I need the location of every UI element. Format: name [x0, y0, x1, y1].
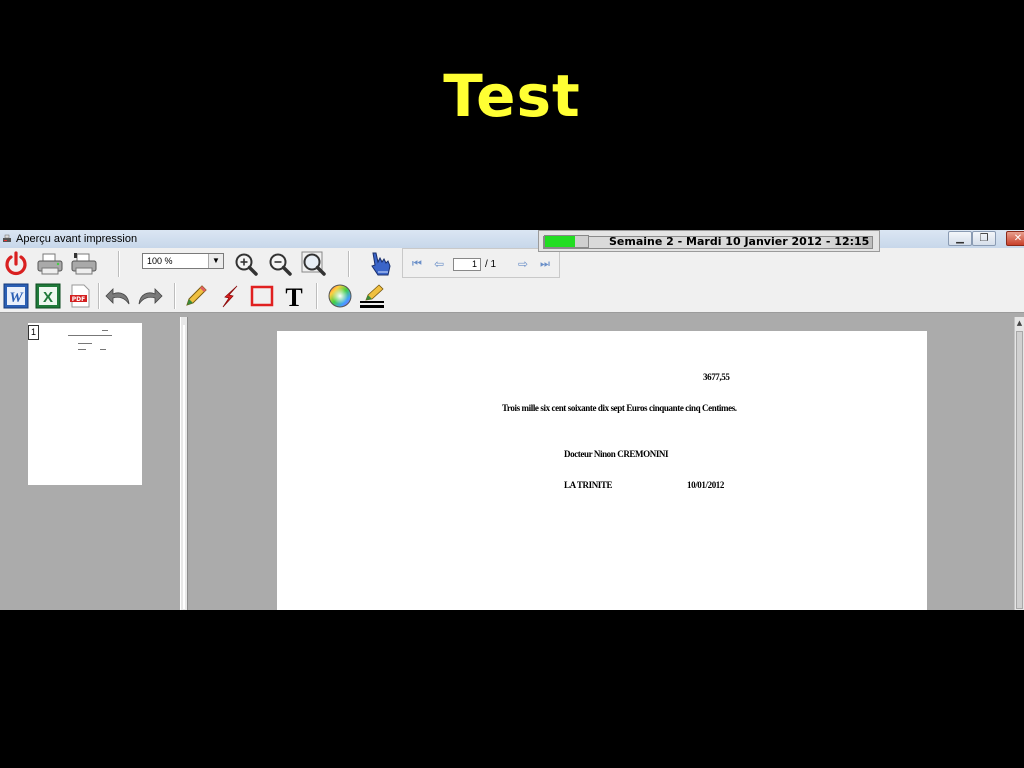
status-date-text: Semaine 2 - Mardi 10 Janvier 2012 - 12:1… — [609, 235, 870, 248]
redo-button[interactable] — [136, 282, 164, 310]
undo-button[interactable] — [104, 282, 132, 310]
chevron-down-icon: ▼ — [208, 254, 223, 268]
thumbnail-text-line — [68, 335, 112, 336]
thumbnail-page-number: 1 — [28, 325, 39, 340]
pan-tool-button[interactable] — [366, 250, 394, 278]
document-amount: 3677,55 — [703, 372, 730, 382]
pane-splitter[interactable] — [180, 317, 188, 610]
document-signatory: Docteur Ninon CREMONINI — [564, 449, 669, 459]
page-number-input[interactable]: 1 — [453, 258, 481, 271]
power-button[interactable] — [2, 250, 30, 278]
line-style-button[interactable] — [358, 282, 386, 310]
color-picker-button[interactable] — [326, 282, 354, 310]
print-preview-window: Aperçu avant impression ▁ ❐ ✕ Semaine 2 … — [0, 230, 1024, 610]
rectangle-icon — [250, 285, 274, 307]
first-page-button[interactable]: ⏮ — [407, 250, 427, 278]
document-place: LA TRINITE — [564, 480, 613, 490]
toolbar-separator — [316, 283, 318, 309]
document-preview[interactable]: 3677,55 Trois mille six cent soixante di… — [190, 317, 1014, 610]
last-page-button[interactable]: ⏭ — [535, 250, 555, 278]
toolbar-export-annotate: W X PDF T — [0, 280, 392, 312]
printer-app-icon — [3, 234, 11, 242]
thumbnail-pane: 1 — [0, 317, 180, 610]
vertical-scrollbar[interactable]: ▲ — [1014, 317, 1024, 610]
zoom-out-icon — [269, 253, 292, 276]
zoom-value: 100 % — [147, 256, 173, 266]
arrow-right-icon: ⇨ — [517, 257, 529, 271]
svg-text:PDF: PDF — [72, 296, 85, 303]
text-tool-button[interactable]: T — [280, 282, 308, 310]
toolbar-separator — [174, 283, 176, 309]
pencil-icon — [186, 285, 207, 306]
red-arrow-icon — [222, 285, 238, 308]
thumbnail-text-line — [102, 330, 108, 331]
slide-title: Test — [443, 62, 581, 130]
previous-page-button[interactable]: ⇦ — [429, 250, 449, 278]
printer-setup-icon — [71, 253, 97, 275]
power-icon — [5, 251, 27, 276]
export-excel-button[interactable]: X — [34, 282, 62, 310]
export-pdf-button[interactable]: PDF — [66, 282, 94, 310]
page-thumbnail[interactable]: 1 — [28, 323, 142, 485]
thumbnail-text-line — [100, 349, 106, 350]
page-navigation: ⏮ ⇦ 1 / 1 ⇨ ⏭ — [402, 248, 560, 278]
hand-pointer-icon — [371, 252, 391, 276]
zoom-fit-button[interactable] — [300, 250, 328, 278]
thumbnail-text-line — [78, 343, 92, 344]
status-progress-fill — [545, 236, 576, 247]
arrow-tool-button[interactable] — [216, 282, 244, 310]
zoom-out-button[interactable] — [266, 250, 294, 278]
printer-icon — [37, 253, 63, 275]
page-total: / 1 — [485, 259, 497, 270]
toolbar-main: 100 % ▼ ⏮ ⇦ 1 / 1 ⇨ ⏭ — [0, 248, 560, 280]
toolbar-separator — [348, 251, 350, 277]
minimize-icon: ▁ — [956, 233, 964, 244]
thumbnail-text-line — [78, 349, 86, 350]
color-wheel-icon — [328, 284, 352, 308]
svg-text:T: T — [285, 283, 302, 309]
preview-workspace: 1 3677,55 Trois mille six cent soixante … — [0, 312, 1024, 610]
export-word-button[interactable]: W — [2, 282, 30, 310]
pdf-icon: PDF — [70, 284, 90, 308]
arrow-left-icon: ⇦ — [433, 257, 445, 271]
last-page-icon: ⏭ — [540, 257, 550, 270]
zoom-select[interactable]: 100 % ▼ — [142, 253, 224, 269]
document-page: 3677,55 Trois mille six cent soixante di… — [277, 331, 927, 610]
minimize-button[interactable]: ▁ — [948, 231, 972, 246]
svg-text:W: W — [9, 290, 24, 306]
window-title: Aperçu avant impression — [16, 233, 138, 245]
close-icon: ✕ — [1013, 233, 1023, 244]
scrollbar-thumb[interactable] — [1016, 331, 1023, 609]
redo-icon — [138, 288, 163, 305]
close-window-button[interactable]: ✕ — [1006, 231, 1024, 246]
restore-button[interactable]: ❐ — [972, 231, 996, 246]
svg-text:X: X — [43, 289, 53, 306]
restore-icon: ❐ — [979, 233, 989, 244]
pencil-tool-button[interactable] — [182, 282, 210, 310]
zoom-in-icon — [235, 253, 258, 276]
status-progress-bar — [544, 235, 589, 248]
toolbar-separator — [98, 283, 100, 309]
scroll-up-icon[interactable]: ▲ — [1015, 317, 1024, 329]
print-button[interactable] — [36, 250, 64, 278]
text-icon: T — [285, 283, 302, 309]
word-icon: W — [3, 283, 29, 309]
zoom-in-button[interactable] — [232, 250, 260, 278]
status-panel: Semaine 2 - Mardi 10 Janvier 2012 - 12:1… — [538, 230, 880, 252]
next-page-button[interactable]: ⇨ — [513, 250, 533, 278]
zoom-fit-icon — [301, 251, 326, 276]
rectangle-tool-button[interactable] — [248, 282, 276, 310]
splitter-handle — [183, 325, 185, 609]
first-page-icon: ⏮ — [412, 257, 422, 270]
line-width-pencil-icon — [360, 284, 384, 308]
document-amount-words: Trois mille six cent soixante dix sept E… — [502, 403, 737, 413]
excel-icon: X — [35, 283, 61, 309]
undo-icon — [105, 288, 130, 305]
document-date: 10/01/2012 — [687, 480, 725, 490]
toolbar-separator — [118, 251, 120, 277]
print-setup-button[interactable] — [70, 250, 98, 278]
